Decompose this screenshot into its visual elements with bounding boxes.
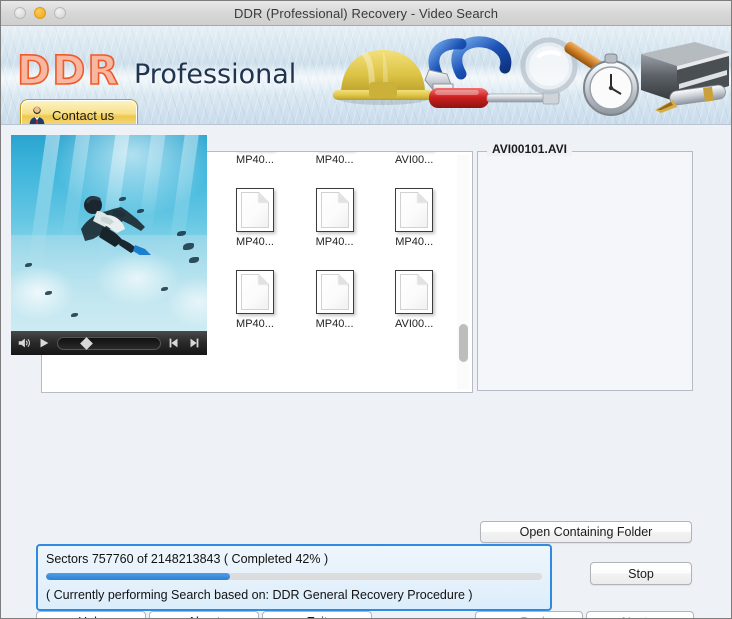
file-item[interactable]: AVI00... — [374, 152, 454, 188]
progress-sectors-text: Sectors 757760 of 2148213843 ( Completed… — [46, 552, 329, 566]
file-label: AVI00... — [395, 154, 434, 166]
preview-file-name: AVI00101.AVI — [487, 142, 572, 156]
volume-icon[interactable] — [17, 336, 31, 350]
contact-us-label: Contact us — [52, 107, 115, 123]
file-icon — [235, 270, 274, 314]
video-frame-image — [11, 135, 207, 331]
progress-procedure-text: ( Currently performing Search based on: … — [46, 588, 473, 602]
step-back-icon[interactable] — [167, 336, 181, 350]
main-content: MP40... MP40... MP40... MP40... — [1, 125, 731, 618]
file-icon — [395, 270, 434, 314]
hard-hat-icon — [333, 50, 433, 105]
video-controls — [11, 331, 207, 355]
app-header: DDR Professional Contact us — [1, 26, 731, 125]
stop-button[interactable]: Stop — [590, 562, 692, 585]
file-icon — [235, 188, 274, 232]
grid-scrollbar-thumb[interactable] — [459, 324, 468, 362]
next-button: Next > — [586, 611, 694, 618]
file-item[interactable]: MP40... — [215, 152, 295, 188]
video-player[interactable] — [11, 135, 207, 355]
file-item[interactable]: MP40... — [215, 270, 295, 352]
progress-panel: Sectors 757760 of 2148213843 ( Completed… — [36, 544, 552, 611]
minimize-button[interactable] — [34, 7, 46, 19]
logo-ddr: DDR — [16, 47, 121, 95]
file-icon — [395, 188, 434, 232]
person-icon — [26, 104, 48, 124]
file-label: AVI00... — [395, 318, 434, 330]
zoom-button[interactable] — [54, 7, 66, 19]
contact-us-button[interactable]: Contact us — [20, 99, 138, 124]
file-item[interactable]: MP40... — [295, 188, 375, 270]
window-controls — [14, 7, 66, 19]
file-item[interactable]: AVI00... — [374, 270, 454, 352]
play-icon[interactable] — [37, 336, 51, 350]
file-icon — [315, 270, 354, 314]
progress-bar-fill — [46, 573, 230, 580]
file-item[interactable]: MP40... — [295, 270, 375, 352]
title-bar: DDR (Professional) Recovery - Video Sear… — [1, 1, 731, 26]
diver-figure — [81, 196, 151, 255]
file-icon — [315, 188, 354, 232]
header-tool-icons — [311, 26, 731, 124]
application-window: DDR (Professional) Recovery - Video Sear… — [0, 0, 732, 619]
file-label: MP40... — [395, 236, 434, 248]
file-label: MP40... — [315, 318, 354, 330]
about-button[interactable]: About — [149, 611, 259, 618]
window-title: DDR (Professional) Recovery - Video Sear… — [233, 5, 499, 21]
file-label: MP40... — [315, 154, 354, 166]
open-containing-folder-button[interactable]: Open Containing Folder — [480, 521, 692, 543]
file-label: MP40... — [315, 236, 354, 248]
file-item[interactable]: MP40... — [215, 188, 295, 270]
video-preview-panel — [477, 151, 693, 391]
file-label: MP40... — [236, 154, 274, 166]
back-button: < Back — [475, 611, 583, 618]
seek-slider[interactable] — [57, 336, 161, 350]
file-item[interactable]: MP40... — [295, 152, 375, 188]
progress-bar — [46, 573, 542, 580]
help-button[interactable]: Help — [36, 611, 146, 618]
file-item[interactable]: MP40... — [374, 188, 454, 270]
file-label: MP40... — [236, 318, 274, 330]
seek-handle[interactable] — [80, 336, 93, 350]
file-label: MP40... — [236, 236, 274, 248]
close-button[interactable] — [14, 7, 26, 19]
logo-professional: Professional — [134, 59, 297, 90]
exit-button[interactable]: Exit — [262, 611, 372, 618]
step-forward-icon[interactable] — [187, 336, 201, 350]
